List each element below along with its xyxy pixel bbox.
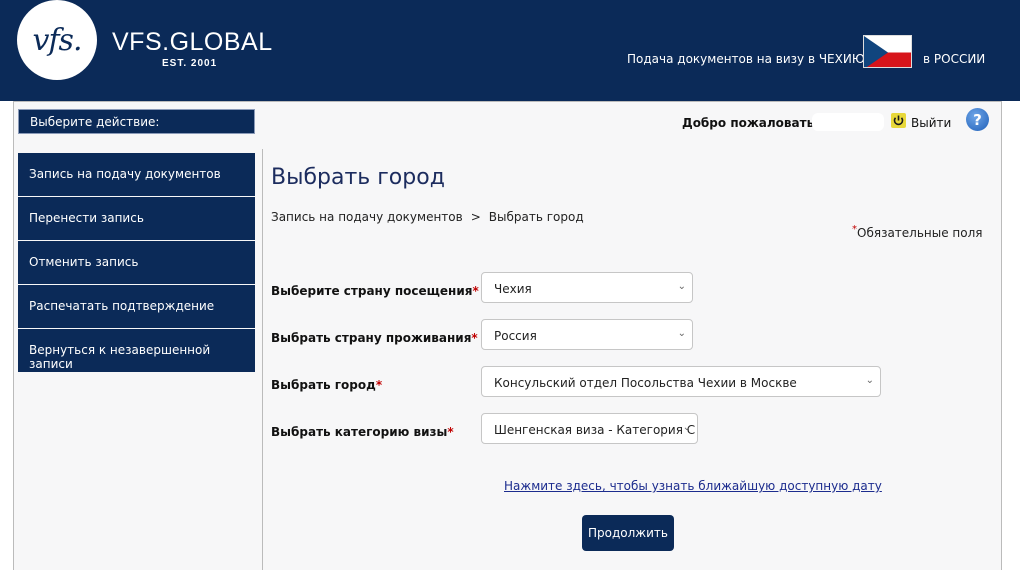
breadcrumb-current: Выбрать город	[488, 210, 584, 224]
czech-flag-icon	[863, 35, 912, 68]
city-select[interactable]: Консульский отдел Посольства Чехии в Мос…	[481, 366, 881, 397]
breadcrumb: Запись на подачу документов > Выбрать горо…	[271, 210, 584, 224]
visit-country-label: Выберите страну посещения*	[271, 284, 479, 298]
select-value: Шенгенская виза - Категория С	[494, 423, 696, 437]
chevron-down-icon: ⌄	[865, 375, 874, 386]
logout-link[interactable]: Выйти	[911, 116, 951, 130]
required-star: *	[472, 284, 479, 298]
continue-button[interactable]: Продолжить	[582, 515, 674, 551]
action-label: Выберите действие:	[18, 109, 255, 134]
required-star: *	[447, 425, 454, 439]
username-field	[812, 113, 884, 131]
sidebar-item-cancel[interactable]: Отменить запись	[18, 241, 255, 284]
chevron-down-icon: ⌄	[677, 328, 686, 339]
required-note-text: Обязательные поля	[857, 226, 983, 240]
field-label: Выберите страну посещения	[271, 284, 473, 298]
sidebar-item-print[interactable]: Распечатать подтверждение	[18, 285, 255, 328]
brand-est: EST. 2001	[162, 58, 218, 69]
visit-country-select[interactable]: Чехия ⌄	[481, 272, 693, 303]
residence-country-select[interactable]: Россия ⌄	[481, 319, 693, 350]
site-header: vfs. VFS.GLOBAL EST. 2001 Подача докумен…	[0, 0, 1020, 101]
logo-text: vfs.	[32, 22, 83, 58]
breadcrumb-item[interactable]: Запись на подачу документов	[271, 210, 463, 224]
page-title: Выбрать город	[271, 165, 445, 190]
welcome-text: Добро пожаловать	[682, 116, 815, 130]
breadcrumb-separator: >	[470, 210, 481, 224]
required-star: *	[471, 331, 478, 345]
residence-country-label: Выбрать страну проживания*	[271, 331, 478, 345]
submission-text: Подача документов на визу в ЧЕХИЮ	[627, 52, 865, 66]
city-label: Выбрать город*	[271, 378, 382, 392]
country-text: в РОССИИ	[923, 52, 986, 66]
select-value: Консульский отдел Посольства Чехии в Мос…	[494, 376, 797, 390]
chevron-down-icon: ⌄	[677, 281, 686, 292]
vfs-logo[interactable]: vfs.	[17, 0, 97, 80]
sidebar-item-resume[interactable]: Вернуться к незавершенной записи	[18, 329, 255, 372]
select-value: Россия	[494, 329, 537, 343]
power-icon[interactable]	[891, 113, 906, 128]
required-note: *Обязательные поля	[852, 224, 983, 240]
field-label: Выбрать страну проживания	[271, 331, 472, 345]
help-icon[interactable]: ?	[966, 108, 989, 131]
sidebar-divider	[262, 149, 263, 570]
chevron-down-icon: ⌄	[682, 422, 691, 433]
required-star: *	[375, 378, 383, 392]
earliest-date-link[interactable]: Нажмите здесь, чтобы узнать ближайшую до…	[504, 479, 882, 493]
field-label: Выбрать категорию визы	[271, 425, 448, 439]
field-label: Выбрать город	[271, 378, 376, 392]
brand-name: VFS.GLOBAL	[112, 28, 273, 56]
visa-category-select[interactable]: Шенгенская виза - Категория С ⌄	[481, 413, 698, 444]
sidebar-item-book-appointment[interactable]: Запись на подачу документов	[18, 153, 255, 196]
visa-category-label: Выбрать категорию визы*	[271, 425, 454, 439]
sidebar-item-reschedule[interactable]: Перенести запись	[18, 197, 255, 240]
select-value: Чехия	[494, 282, 532, 296]
